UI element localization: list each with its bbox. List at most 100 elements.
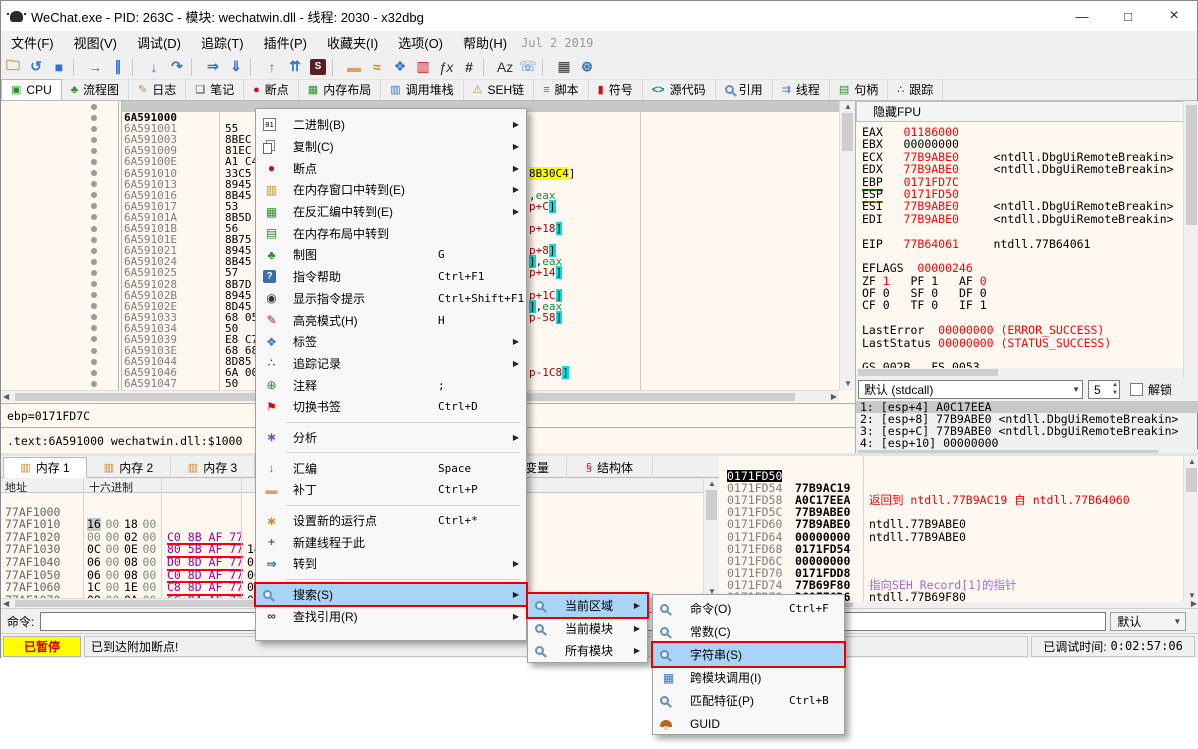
stack-row[interactable]: 0171FD58 77B9ABE0 ntdll.77B9ABE0 (719, 482, 1183, 494)
scylla-icon[interactable]: S (307, 57, 329, 77)
step-into-icon[interactable]: ↓ (143, 57, 165, 77)
memory-tab[interactable]: § 结构体 (567, 457, 653, 478)
context-menu-item[interactable]: + 新建线程于此 (256, 531, 526, 553)
view-tab[interactable]: ❏ 笔记 (186, 79, 244, 100)
context-menu-item[interactable]: ⊕ 注释 ; (256, 374, 526, 396)
minimize-button[interactable]: — (1059, 1, 1105, 31)
toolbar-icon[interactable] (132, 58, 139, 76)
menu-bar-item[interactable]: 调试(D) (127, 30, 191, 55)
calling-convention-select[interactable]: 默认 (stdcall) ▼ (858, 380, 1083, 399)
submenu-item[interactable]: 所有模块 ▶ (528, 639, 647, 662)
stack-row[interactable]: 0171FD74 D60FE6D6 (719, 567, 1183, 579)
menu-bar-item[interactable]: 视图(V) (64, 30, 127, 55)
argument-row[interactable]: 4: [esp+10] 00000000 (856, 437, 1198, 449)
context-menu-item[interactable]: ⇒ 转到 ▶ (256, 553, 526, 575)
register-row[interactable]: EDI 77B9ABE0 <ntdll.DbgUiRemoteBreakin> (862, 213, 1184, 225)
submenu-item[interactable]: GUID (653, 712, 844, 735)
memory-tab[interactable]: ▥ 内存 3 (171, 457, 255, 478)
handles-phone-icon[interactable]: ☏ (517, 57, 539, 77)
submenu-item[interactable]: 常数(C) (653, 620, 844, 643)
stack-row[interactable]: 0171FD70 77B69F80 ntdll.77B69F80 (719, 555, 1183, 567)
context-menu-item[interactable]: 搜索(S) ▶ (256, 584, 526, 606)
context-menu-item[interactable]: ❖ 标签 ▶ (256, 331, 526, 353)
context-menu-item[interactable]: ⚑ 切换书签 Ctrl+D (256, 396, 526, 418)
context-menu-item[interactable]: ♣ 制图 G (256, 244, 526, 266)
patch-icon[interactable]: ▬ (343, 57, 365, 77)
pause-icon[interactable]: ∥ (107, 57, 129, 77)
view-tab[interactable]: ∴ 跟踪 (888, 79, 943, 100)
context-menu-item[interactable]: ∗ 设置新的运行点 Ctrl+* (256, 510, 526, 532)
context-menu-item[interactable]: ▦ 在反汇编中转到(E) ▶ (256, 201, 526, 223)
notes-icon[interactable]: ❖ (389, 57, 411, 77)
calculator-icon[interactable]: ▦ (553, 57, 575, 77)
register-row[interactable]: LastStatus 00000000 (STATUS_SUCCESS) (862, 337, 1184, 349)
restart-icon[interactable]: ↺ (25, 57, 47, 77)
register-row[interactable]: EIP 77B64061 ntdll.77B64061 (862, 238, 1184, 250)
step-over-icon[interactable]: ↷ (166, 57, 188, 77)
hide-fpu-button[interactable]: 隐藏FPU (856, 101, 1198, 122)
context-menu-item[interactable] (256, 575, 526, 584)
stack-row[interactable]: 0171FD64 0171FD54 (719, 518, 1183, 530)
view-tab[interactable]: ▮ 符号 (589, 79, 643, 100)
memory-tab[interactable]: ▥ 内存 2 (87, 457, 171, 478)
stop-icon[interactable]: ■ (48, 57, 70, 77)
stack-panel[interactable]: 0171FD50 77B9AC19 返回到 ntdll.77B9AC19 自 n… (719, 456, 1198, 608)
registers-panel[interactable]: 隐藏FPU EAX 01186000EBX 00000000ECX 77B9AB… (856, 101, 1198, 403)
context-menu-item[interactable]: ▥ 在内存窗口中转到(E) ▶ (256, 179, 526, 201)
run-to-user-code-icon[interactable]: ⇒ (202, 57, 224, 77)
view-tab[interactable]: ≡ 脚本 (534, 79, 588, 100)
stack-row[interactable]: 0171FD68 00000000 (719, 531, 1183, 543)
favourites-icon[interactable]: ▥ (412, 57, 434, 77)
context-menu-item[interactable]: ✎ 高亮模式(H) H (256, 309, 526, 331)
view-tab[interactable]: ⇉ 线程 (773, 79, 830, 100)
view-tab[interactable]: ✎ 日志 (129, 79, 186, 100)
run-until-icon[interactable]: ⇈ (284, 57, 306, 77)
view-tab[interactable]: ▤ 句柄 (830, 79, 888, 100)
view-tab[interactable]: ♣ 流程图 (62, 79, 129, 100)
submenu-item[interactable]: 当前模块 ▶ (528, 617, 647, 640)
arg-count-stepper[interactable]: 5 ▲▼ (1088, 380, 1120, 399)
execute-till-return-icon[interactable]: ↑ (261, 57, 283, 77)
memory-tab[interactable]: ▥ 内存 1 (3, 457, 87, 478)
context-menu-item[interactable]: 01 二进制(B) ▶ (256, 114, 526, 136)
maximize-button[interactable]: □ (1105, 1, 1151, 31)
stack-row[interactable]: 0171FD60 00000000 (719, 506, 1183, 518)
memory-vscrollbar[interactable]: ▲ ▼ (703, 478, 719, 598)
close-button[interactable]: × (1151, 1, 1197, 31)
assemble-az-icon[interactable]: Az (494, 57, 516, 77)
context-menu-item[interactable] (256, 448, 526, 457)
modules-hash-icon[interactable]: # (458, 57, 480, 77)
menu-bar-item[interactable]: 追踪(T) (191, 30, 254, 55)
view-tab[interactable]: 引用 (716, 79, 773, 100)
registers-vscrollbar[interactable] (1183, 101, 1198, 378)
context-menu-item[interactable]: ● 断点 ▶ (256, 157, 526, 179)
register-row[interactable]: CF 0 TF 0 IF 1 (862, 299, 1184, 311)
stack-row[interactable]: 0171FD78 00000000 (719, 579, 1183, 591)
stack-row[interactable]: 0171FD50 77B9AC19 返回到 ntdll.77B9AC19 自 n… (719, 458, 1183, 470)
toolbar-icon[interactable] (542, 58, 549, 76)
menu-bar-item[interactable]: 插件(P) (254, 30, 317, 55)
context-menu-item[interactable]: ∴ 追踪记录 ▶ (256, 353, 526, 375)
menu-bar-item[interactable]: 选项(O) (388, 30, 453, 55)
view-tab[interactable]: ⚠ SEH链 (464, 79, 535, 100)
menu-bar-item[interactable]: 帮助(H) (453, 30, 517, 55)
view-tab[interactable]: ▥ 调用堆栈 (381, 79, 463, 100)
submenu-item[interactable]: 当前区域 ▶ (528, 594, 647, 617)
internet-icon[interactable]: ⊛ (576, 57, 598, 77)
menu-bar-item[interactable]: 收藏夹(I) (317, 30, 388, 55)
submenu-item[interactable]: ▦ 跨模块调用(I) (653, 666, 844, 689)
toolbar-icon[interactable] (332, 58, 339, 76)
menu-bar-item[interactable]: 文件(F) (1, 30, 64, 55)
context-menu-item[interactable]: ▤ 在内存布局中转到 (256, 222, 526, 244)
context-menu-item[interactable]: ? 指令帮助 Ctrl+F1 (256, 266, 526, 288)
context-menu-item[interactable]: ∞ 查找引用(R) ▶ (256, 605, 526, 627)
submenu-item[interactable]: 字符串(S) (653, 643, 844, 666)
run-icon[interactable]: → (84, 57, 106, 77)
submenu-item[interactable]: 匹配特征(P) Ctrl+B (653, 689, 844, 712)
context-menu-item[interactable]: ∗ 分析 ▶ (256, 427, 526, 449)
open-file-icon[interactable]: 🗀 (2, 57, 24, 77)
submenu-item[interactable]: 命令(O) Ctrl+F (653, 597, 844, 620)
script-fx-icon[interactable]: ƒx (435, 57, 457, 77)
context-menu-item[interactable]: ◉ 显示指令提示 Ctrl+Shift+F1 (256, 288, 526, 310)
stack-row[interactable]: 0171FD54 A0C17EEA (719, 470, 1183, 482)
